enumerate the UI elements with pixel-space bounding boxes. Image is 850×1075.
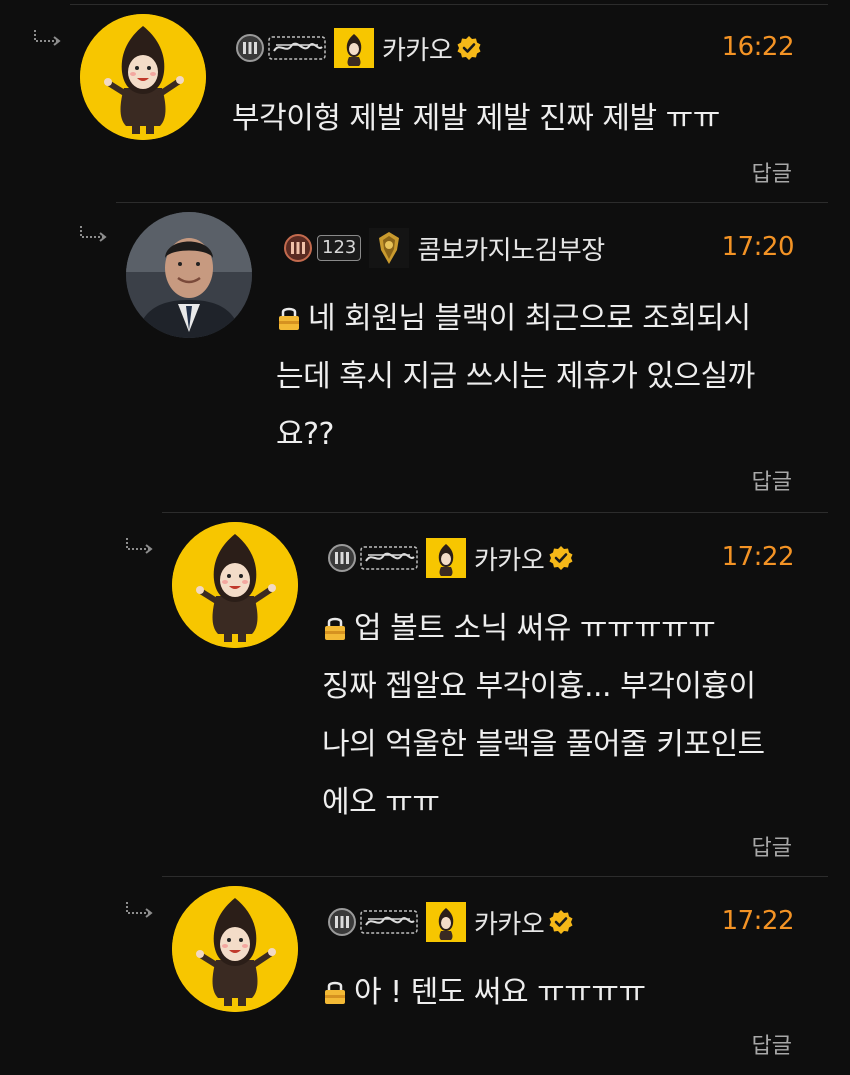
comment-text: 네 회원님 블랙이 최근으로 조회되시 는데 혹시 지금 쓰시는 제휴가 있으실… [276, 296, 755, 458]
lock-icon [276, 304, 302, 332]
reply-button[interactable]: 답글 [752, 156, 792, 188]
divider [162, 512, 828, 513]
level-icon [326, 543, 358, 573]
comment-line: 징짜 젭알요 부각이흉... 부각이흉이 [322, 669, 756, 704]
comment-item: 카카오 17:22 아 ! 텐도 써요 ㅠㅠㅠㅠ 답글 [0, 876, 850, 1075]
divider [70, 4, 828, 5]
timestamp: 17:20 [721, 232, 795, 262]
verified-badge-icon [548, 909, 574, 935]
level-badge [234, 33, 326, 63]
lock-icon [322, 978, 348, 1006]
comment-line: 나의 억울한 블랙을 풀어줄 키포인트 [322, 727, 765, 762]
level-scribble-icon [268, 35, 326, 61]
verified-badge-icon [456, 35, 482, 61]
level-badge: 123 [282, 233, 362, 263]
user-icon [334, 28, 374, 68]
level-scribble-icon [360, 545, 418, 571]
level-icon [326, 907, 358, 937]
reply-arrow-icon [32, 28, 66, 48]
comment-text: 업 볼트 소닉 써유 ㅠㅠㅠㅠㅠ 징짜 젭알요 부각이흉... 부각이흉이 나의… [322, 606, 765, 826]
verified-badge-icon [548, 545, 574, 571]
comment-line: 업 볼트 소닉 써유 ㅠㅠㅠㅠㅠ [354, 611, 716, 646]
username[interactable]: 카카오 [474, 540, 545, 577]
username[interactable]: 카카오 [382, 30, 453, 67]
level-badge [326, 907, 418, 937]
comment-line: 아 ! 텐도 써요 ㅠㅠㅠㅠ [354, 975, 646, 1010]
comment-meta: 카카오 [234, 26, 482, 70]
comment-line: 요?? [276, 417, 334, 452]
divider [116, 202, 828, 203]
level-badge [326, 543, 418, 573]
username[interactable]: 카카오 [474, 904, 545, 941]
avatar[interactable] [172, 522, 298, 648]
level-scribble-icon [360, 909, 418, 935]
comment-meta: 카카오 [326, 536, 574, 580]
avatar[interactable] [172, 886, 298, 1012]
user-icon [369, 228, 410, 268]
divider [162, 876, 828, 877]
comment-line: 에오 ㅠㅠ [322, 785, 440, 820]
lock-icon [322, 614, 348, 642]
level-number: 123 [317, 235, 362, 261]
level-icon [282, 233, 314, 263]
timestamp: 17:22 [721, 542, 795, 572]
comment-meta: 123 콤보카지노김부장 [282, 226, 605, 270]
username[interactable]: 콤보카지노김부장 [417, 230, 605, 267]
comment-item: 123 콤보카지노김부장 17:20 네 회원님 블랙이 최근으로 조회되시 는… [0, 200, 850, 510]
user-icon [426, 538, 466, 578]
reply-arrow-icon [124, 536, 158, 556]
reply-arrow-icon [78, 224, 112, 244]
comment-meta: 카카오 [326, 900, 574, 944]
comment-item: 카카오 17:22 업 볼트 소닉 써유 ㅠㅠㅠㅠㅠ 징짜 젭알요 부각이흉..… [0, 510, 850, 876]
comment-text: 부각이형 제발 제발 제발 진짜 제발 ㅠㅠ [232, 96, 720, 142]
avatar[interactable] [126, 212, 252, 338]
comment-line: 는데 혹시 지금 쓰시는 제휴가 있으실까 [276, 359, 755, 394]
reply-arrow-icon [124, 900, 158, 920]
reply-button[interactable]: 답글 [752, 830, 792, 862]
timestamp: 16:22 [721, 32, 795, 62]
comment-line: 부각이형 제발 제발 제발 진짜 제발 ㅠㅠ [232, 101, 720, 136]
reply-button[interactable]: 답글 [752, 464, 792, 496]
comment-text: 아 ! 텐도 써요 ㅠㅠㅠㅠ [322, 970, 646, 1016]
reply-button[interactable]: 답글 [752, 1028, 792, 1060]
avatar[interactable] [80, 14, 206, 140]
comment-line: 네 회원님 블랙이 최근으로 조회되시 [308, 301, 751, 336]
timestamp: 17:22 [721, 906, 795, 936]
level-icon [234, 33, 266, 63]
user-icon [426, 902, 466, 942]
comment-item: 카카오 16:22 부각이형 제발 제발 제발 진짜 제발 ㅠㅠ 답글 [0, 0, 850, 200]
